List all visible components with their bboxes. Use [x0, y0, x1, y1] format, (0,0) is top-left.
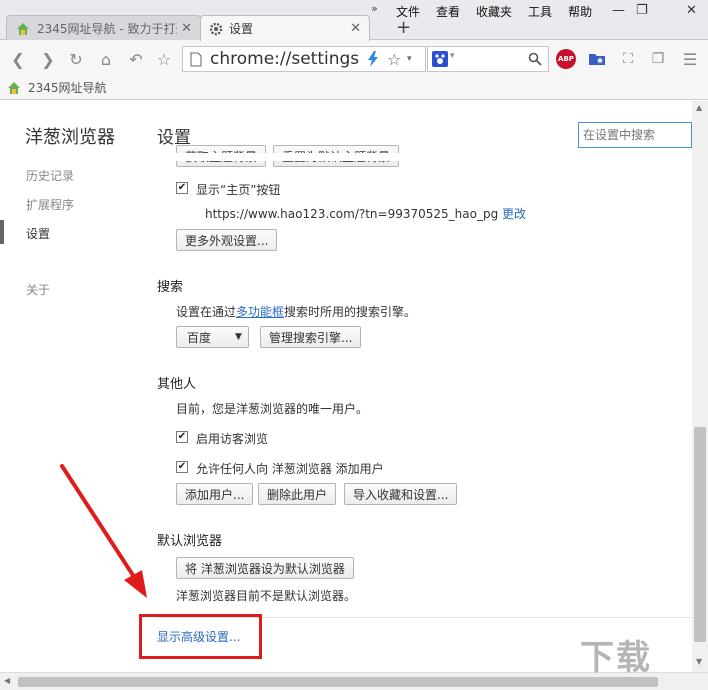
menu-favorites[interactable]: 收藏夹 [468, 3, 520, 20]
sidebar-item-about[interactable]: 关于 [26, 281, 50, 298]
title-bar: 2345网址导航 - 致力于打造 ✕ 设置 ✕ » + 文件 查看 收藏夹 工具… [0, 0, 708, 41]
highlight-box [139, 614, 262, 659]
menu-help[interactable]: 帮助 [560, 3, 600, 20]
sidebar-title: 洋葱浏览器 [25, 127, 115, 148]
omnibox-link[interactable]: 多功能框 [236, 305, 284, 319]
people-description: 目前，您是洋葱浏览器的唯一用户。 [176, 402, 369, 416]
forward-icon[interactable]: ❯ [38, 49, 58, 69]
manage-search-engines-button[interactable]: 管理搜索引擎... [260, 326, 362, 348]
section-title-default-browser: 默认浏览器 [157, 534, 223, 549]
section-title-people: 其他人 [157, 377, 197, 392]
address-bar[interactable]: chrome://settings ☆ ▾ [182, 46, 426, 72]
dropdown-arrow-icon: ▼ [235, 332, 242, 342]
search-engine-value: 百度 [187, 330, 212, 345]
page-icon [190, 52, 202, 66]
house-logo-icon [17, 22, 29, 35]
more-appearance-button[interactable]: 更多外观设置... [176, 229, 278, 251]
horizontal-scroll-thumb[interactable] [18, 677, 658, 687]
adblock-icon[interactable]: ABP [556, 49, 576, 69]
scroll-left-icon[interactable]: ◀ [4, 676, 10, 685]
search-box[interactable]: ▾ [427, 46, 549, 72]
double-chevron-icon[interactable]: » [371, 2, 378, 15]
minimize-icon[interactable]: — [612, 3, 625, 18]
search-desc-suffix: 搜索时所用的搜索引擎。 [284, 305, 417, 319]
bookmarks-bar: 2345网址导航 [0, 78, 708, 100]
toolbar: ❮ ❯ ↻ ⌂ ↶ ☆ chrome://settings ☆ ▾ ▾ ABP … [0, 40, 708, 78]
sidebar-item-settings[interactable]: 设置 [26, 225, 50, 242]
back-icon[interactable]: ❮ [8, 49, 28, 69]
dropdown-arrow-icon[interactable]: ▾ [450, 51, 455, 61]
bookmark-star-icon[interactable]: ☆ [387, 50, 401, 69]
search-desc-prefix: 设置在通过 [176, 305, 237, 319]
fullscreen-icon[interactable]: ⛶ [618, 49, 638, 69]
reload-icon[interactable]: ↻ [66, 49, 86, 69]
watermark-logo: 下载 [580, 638, 652, 678]
change-home-link[interactable]: 更改 [502, 207, 526, 221]
menu-view[interactable]: 查看 [428, 3, 468, 20]
vertical-scroll-thumb[interactable] [694, 427, 706, 642]
search-icon[interactable] [528, 52, 542, 66]
scroll-down-icon[interactable]: ▼ [696, 657, 702, 666]
close-icon[interactable]: ✕ [350, 21, 361, 36]
close-icon[interactable]: ✕ [181, 21, 192, 36]
guest-browsing-checkbox[interactable]: ✔ [176, 431, 188, 443]
bookmark-2345[interactable]: 2345网址导航 [6, 79, 107, 96]
dropdown-arrow-icon[interactable]: ▾ [407, 54, 412, 64]
home-icon[interactable]: ⌂ [96, 49, 116, 69]
new-tab-plus-icon[interactable]: + [396, 17, 411, 38]
undo-icon[interactable]: ↶ [126, 49, 146, 69]
paw-icon [432, 51, 448, 67]
menu-icon[interactable]: ☰ [680, 49, 700, 69]
settings-search-input[interactable] [578, 122, 692, 148]
home-url: https://www.hao123.com/?tn=99370525_hao_… [205, 207, 499, 221]
tab-title: 2345网址导航 - 致力于打造 [37, 22, 178, 36]
vertical-scrollbar[interactable]: ▲ ▼ [692, 101, 708, 672]
close-window-icon[interactable]: ✕ [686, 3, 697, 18]
menu-file[interactable]: 文件 [388, 3, 428, 20]
add-user-button[interactable]: 添加用户... [176, 483, 254, 505]
star-icon[interactable]: ☆ [154, 49, 174, 69]
show-home-label: 显示“主页”按钮 [196, 183, 281, 197]
bookmark-label: 2345网址导航 [28, 81, 107, 95]
url-text: chrome://settings [210, 49, 360, 69]
restore-icon[interactable]: ❐ [636, 3, 648, 18]
make-default-browser-button[interactable]: 将 洋葱浏览器设为默认浏览器 [176, 557, 354, 579]
menu-tools[interactable]: 工具 [520, 3, 560, 20]
sidebar-item-extensions[interactable]: 扩展程序 [26, 196, 74, 213]
tab-2345[interactable]: 2345网址导航 - 致力于打造 ✕ [6, 15, 201, 41]
lightning-icon[interactable] [367, 51, 379, 67]
gear-icon [209, 22, 223, 35]
section-title-search: 搜索 [157, 280, 184, 295]
tab-settings[interactable]: 设置 ✕ [200, 15, 370, 41]
house-logo-icon [8, 81, 20, 94]
allow-add-user-label: 允许任何人向 洋葱浏览器 添加用户 [196, 462, 384, 476]
show-home-checkbox[interactable]: ✔ [176, 182, 188, 194]
settings-page: 洋葱浏览器 历史记录 扩展程序 设置 关于 设置 获取主题背景 重置为默认主题背… [0, 101, 692, 672]
import-bookmarks-button[interactable]: 导入收藏和设置... [344, 483, 458, 505]
remove-user-button[interactable]: 删除此用户 [258, 483, 337, 505]
sidebar-active-indicator [0, 220, 4, 244]
menu-bar: 文件 查看 收藏夹 工具 帮助 [388, 3, 600, 20]
tab-title: 设置 [229, 22, 254, 36]
search-engine-select[interactable]: 百度 ▼ [176, 326, 249, 348]
scroll-up-icon[interactable]: ▲ [696, 103, 702, 112]
favorites-folder-icon[interactable] [587, 49, 607, 69]
sidebar-item-history[interactable]: 历史记录 [26, 167, 74, 184]
window-icon[interactable]: ❐ [648, 49, 668, 69]
allow-add-user-checkbox[interactable]: ✔ [176, 461, 188, 473]
header-mask [157, 153, 692, 161]
home-url-text: https://www.hao123.com/?tn=99370525_hao_… [205, 205, 526, 222]
guest-browsing-label: 启用访客浏览 [196, 432, 269, 446]
search-description: 设置在通过多功能框搜索时所用的搜索引擎。 [176, 303, 416, 320]
default-browser-status: 洋葱浏览器目前不是默认浏览器。 [176, 589, 357, 603]
